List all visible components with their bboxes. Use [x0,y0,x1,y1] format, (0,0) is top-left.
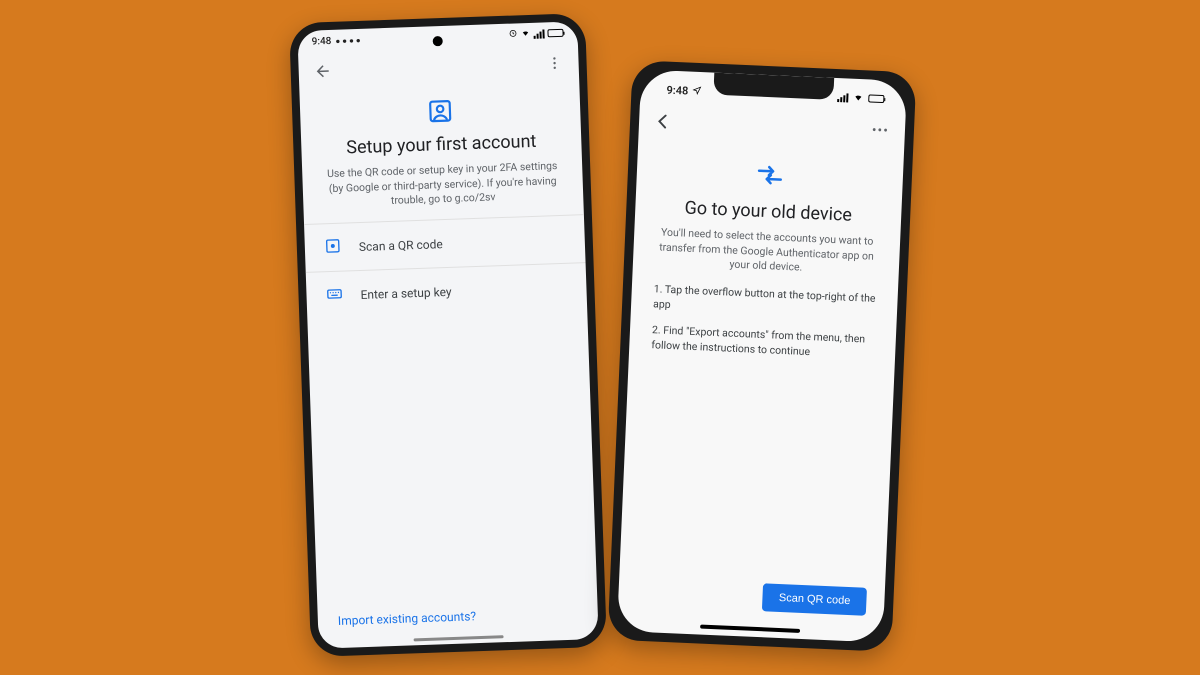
overflow-menu-button[interactable]: ••• [867,122,893,139]
android-screen: 9:48 ● ● ● ● [297,21,598,648]
page-title: Go to your old device [635,195,902,228]
notification-dots-icon: ● ● ● ● [335,35,361,45]
android-phone-frame: 9:48 ● ● ● ● [289,13,607,657]
instruction-step: 1. Tap the overflow button at the top-ri… [653,281,876,321]
instruction-step: 2. Find "Export accounts" from the menu,… [651,322,874,362]
signal-icon [533,29,544,38]
account-box-icon [300,93,581,129]
statusbar-time: 9:48 [311,35,331,47]
battery-icon [868,94,884,103]
ios-screen: 9:48 ••• [617,69,907,642]
page-subtitle: Use the QR code or setup key in your 2FA… [302,158,583,212]
back-button[interactable] [310,59,335,84]
page-subtitle: You'll need to select the accounts you w… [633,224,901,280]
scan-qr-code-button[interactable]: Scan QR code [762,583,867,615]
android-content: Setup your first account Use the QR code… [299,81,598,648]
spacer [307,310,597,599]
option-label: Enter a setup key [360,284,451,301]
page-title: Setup your first account [301,129,582,160]
ios-content: Go to your old device You'll need to sel… [617,139,904,642]
ios-phone-frame: 9:48 ••• [607,60,916,652]
transfer-arrows-icon [636,157,903,193]
back-button[interactable] [651,109,676,134]
instruction-list: 1. Tap the overflow button at the top-ri… [629,280,898,372]
location-icon [692,84,702,97]
overflow-menu-button[interactable] [542,51,567,76]
alarm-icon [508,28,517,40]
wifi-icon [852,91,865,105]
battery-icon [547,29,563,38]
signal-icon [837,93,848,102]
statusbar-time: 9:48 [666,83,688,97]
qr-scan-icon [325,238,342,258]
wifi-icon [520,28,530,39]
option-label: Scan a QR code [359,237,443,254]
spacer [620,361,895,574]
keyboard-icon [326,286,343,306]
